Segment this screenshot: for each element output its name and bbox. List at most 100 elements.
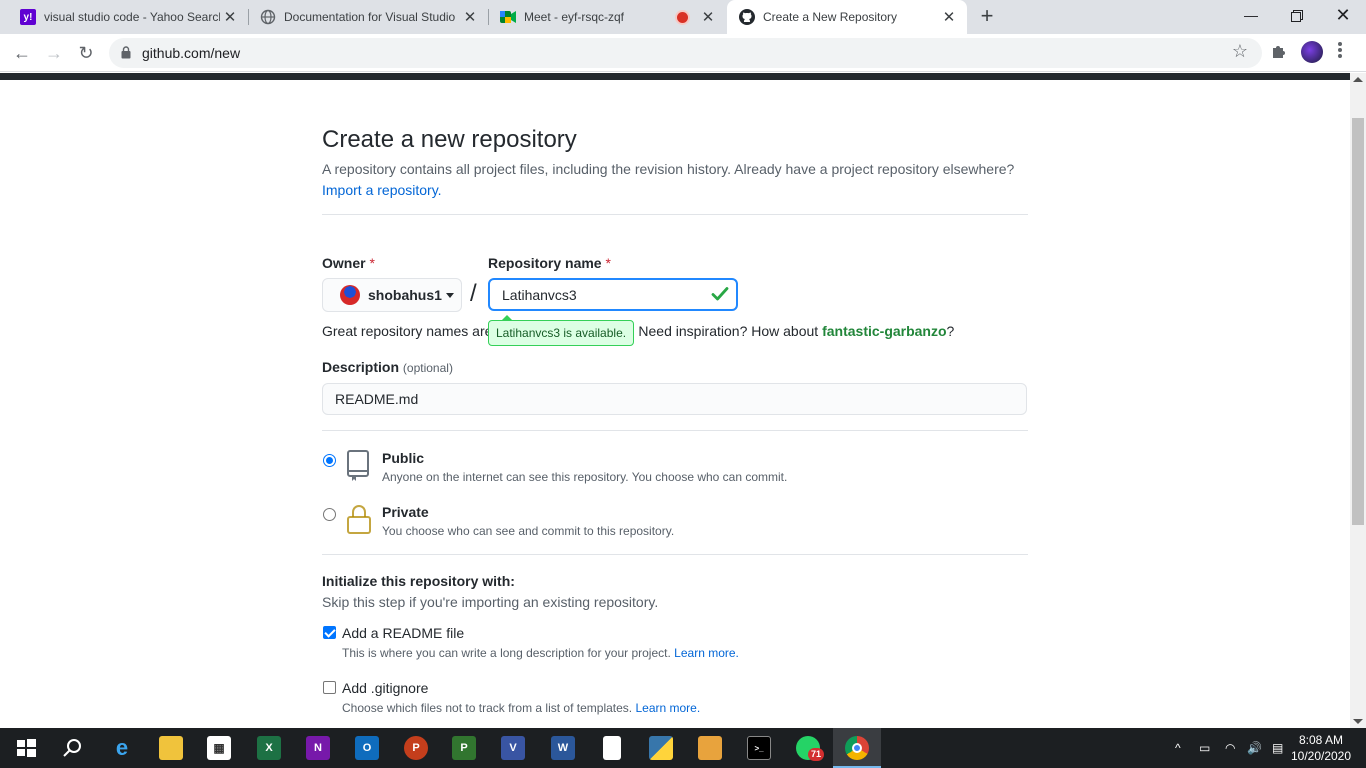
owner-name: shobahus1 [368,287,442,303]
google-meet-icon [500,9,516,25]
hint-prefix: Great repository names are [322,323,493,339]
taskbar-clock[interactable]: 8:08 AM 10/20/2020 [1290,732,1352,764]
owner-dropdown[interactable]: shobahus1 [322,278,462,312]
browser-toolbar: ← → ↻ github.com/new ☆ [0,34,1366,72]
private-label[interactable]: Private [382,504,429,520]
tab-vscode-docs[interactable]: Documentation for Visual Studio ✕ [248,0,488,34]
clock-time: 8:08 AM [1298,733,1344,747]
back-button[interactable]: ← [9,40,35,66]
add-gitignore-label[interactable]: Add .gitignore [342,680,428,696]
game-icon[interactable] [698,736,722,760]
restore-button[interactable] [1274,0,1320,34]
notification-icon[interactable]: ▤ [1272,728,1283,768]
optional-tag: (optional) [402,361,453,375]
description-label-text: Description [322,359,400,375]
show-hidden-icons[interactable]: ^ [1175,728,1181,768]
divider [322,214,1028,215]
onenote-icon[interactable]: N [306,736,330,760]
browser-tab-bar: y! visual studio code - Yahoo Search ✕ D… [0,0,1366,34]
scrollbar-thumb[interactable] [1352,118,1364,525]
readme-learn-more-link[interactable]: Learn more. [674,646,739,660]
public-label[interactable]: Public [382,450,424,466]
chevron-down-icon [445,292,454,298]
public-radio[interactable] [323,454,336,467]
private-description: You choose who can see and commit to thi… [382,524,675,538]
tab-google-meet[interactable]: Meet - eyf-rsqc-zqf ✕ [488,0,726,34]
python-icon[interactable] [649,736,673,760]
hint-suffix: ? [946,323,955,339]
volume-icon[interactable]: 🔊 [1247,728,1262,768]
close-tab-icon[interactable]: ✕ [698,8,718,26]
add-readme-label[interactable]: Add a README file [342,625,464,641]
tab-yahoo-search[interactable]: y! visual studio code - Yahoo Search ✕ [8,0,248,34]
close-window-button[interactable]: ✕ [1320,0,1366,34]
repository-name-input[interactable] [488,278,738,311]
github-header [0,73,1350,80]
start-icon[interactable] [14,736,38,760]
wifi-icon[interactable]: ◠ [1225,728,1235,768]
availability-tooltip: Latihanvcs3 is available. [488,315,635,346]
github-icon [739,9,755,25]
extensions-icon[interactable] [1270,42,1288,60]
address-bar[interactable]: github.com/new ☆ [109,38,1262,68]
bookmark-star-icon[interactable]: ☆ [1232,41,1248,62]
browser-menu-icon[interactable] [1336,42,1344,62]
visio-icon[interactable]: V [501,736,525,760]
readme-note-text: This is where you can write a long descr… [342,646,671,660]
store-icon[interactable]: ▦ [207,736,231,760]
add-gitignore-description: Choose which files not to track from a l… [342,701,700,715]
tab-title: visual studio code - Yahoo Search [44,10,220,24]
new-repository-form: Create a new repository A repository con… [322,80,1028,728]
restore-icon [1291,10,1303,22]
repo-name-label-text: Repository name [488,255,602,271]
scroll-up-icon[interactable] [1353,77,1363,82]
new-tab-button[interactable]: + [976,5,998,29]
lock-icon [347,505,371,534]
page-title: Create a new repository [322,126,577,153]
owner-repo-separator: / [470,280,477,307]
public-description: Anyone on the internet can see this repo… [382,470,788,484]
gitignore-learn-more-link[interactable]: Learn more. [635,701,700,715]
edge-icon[interactable]: e [110,735,134,760]
forward-button[interactable]: → [41,40,67,66]
tab-title: Meet - eyf-rsqc-zqf [524,10,625,24]
import-repository-link[interactable]: Import a repository. [322,182,442,198]
initialize-note: Skip this step if you're importing an ex… [322,594,659,610]
clock-date: 10/20/2020 [1290,749,1352,763]
tab-create-repository[interactable]: Create a New Repository ✕ [727,0,967,34]
tab-title: Documentation for Visual Studio [284,10,456,24]
excel-icon[interactable]: X [257,736,281,760]
whatsapp-badge: 71 [808,748,825,761]
globe-icon [260,9,276,25]
private-radio[interactable] [323,508,336,521]
close-tab-icon[interactable]: ✕ [460,8,480,26]
minimize-button[interactable]: — [1228,0,1274,34]
powerpoint-icon[interactable]: P [404,736,428,760]
chrome-icon[interactable] [845,736,869,760]
notepad-icon[interactable] [603,736,621,760]
profile-avatar[interactable] [1301,41,1323,63]
yahoo-icon: y! [20,9,36,25]
terminal-icon[interactable]: >_ [747,736,771,760]
description-input[interactable] [322,383,1027,415]
owner-label: Owner * [322,255,375,271]
file-explorer-icon[interactable] [159,736,183,760]
battery-icon[interactable]: ▭ [1199,728,1210,768]
outlook-icon[interactable]: O [355,736,379,760]
search-icon[interactable] [61,736,85,760]
windows-taskbar: e ▦ X N O P P V W >_ 71 ^ ▭ ◠ 🔊 ▤ 8:08 A… [0,728,1366,768]
add-readme-checkbox[interactable] [323,626,336,639]
word-icon[interactable]: W [551,736,575,760]
reload-button[interactable]: ↻ [73,40,99,66]
close-tab-icon[interactable]: ✕ [939,8,959,26]
close-tab-icon[interactable]: ✕ [220,8,240,26]
add-gitignore-checkbox[interactable] [323,681,336,694]
whatsapp-icon[interactable]: 71 [796,736,825,761]
project-icon[interactable]: P [452,736,476,760]
page-scrollbar[interactable] [1350,73,1366,728]
lock-icon[interactable] [121,46,131,59]
scroll-down-icon[interactable] [1353,719,1363,724]
add-readme-description: This is where you can write a long descr… [342,646,739,660]
owner-avatar [340,285,360,305]
suggested-name-link[interactable]: fantastic-garbanzo [822,323,946,339]
